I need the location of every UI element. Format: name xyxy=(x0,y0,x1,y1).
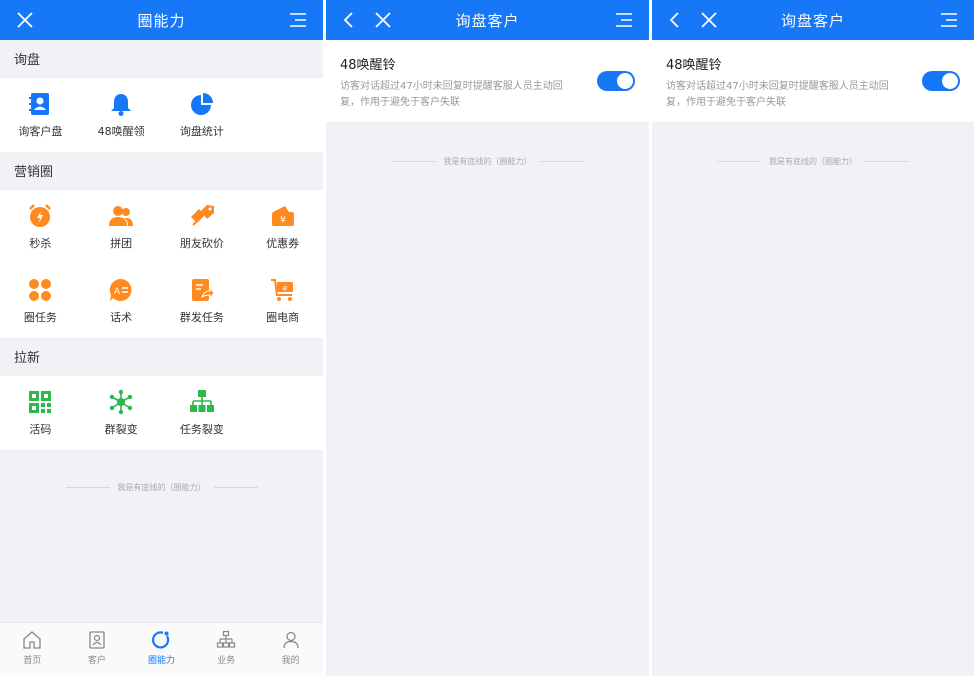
svg-text:e: e xyxy=(282,284,287,293)
grid-item-circle-task[interactable]: 圈任务 xyxy=(0,264,81,338)
page-title: 询盘客户 xyxy=(780,11,845,30)
tab-label: 我的 xyxy=(281,656,300,666)
page-title: 询盘客户 xyxy=(455,11,520,30)
grid-item-label: 任务裂变 xyxy=(179,423,224,436)
end-of-list-text: 我是有底线的（圈能力） xyxy=(117,483,206,492)
grid-item-label: 询盘统计 xyxy=(179,125,224,138)
grid-item-label: 圈电商 xyxy=(266,311,300,324)
inquiry-customer-screen: 询盘客户 48唤醒铃 访客对话超过47小时未回复时提醒客服人员主动回复，作用于避… xyxy=(326,0,649,676)
header-bar: 询盘客户 xyxy=(652,0,974,40)
tab-label: 客户 xyxy=(87,656,106,666)
close-icon[interactable] xyxy=(698,9,720,31)
org-chart-icon xyxy=(189,390,214,412)
inquiry-grid: 询客户盘 48唤醒领 询盘统计 xyxy=(0,78,323,152)
grid-item-label: 活码 xyxy=(29,423,52,436)
hierarchy-icon xyxy=(216,630,236,648)
section-title-acquisition: 拉新 xyxy=(14,351,41,366)
back-icon[interactable] xyxy=(664,9,686,31)
grid-item-label: 拼团 xyxy=(110,237,133,250)
acquisition-grid: 活码 群裂变 任务裂变 xyxy=(0,376,323,450)
tab-business[interactable]: 业务 xyxy=(194,623,259,676)
close-icon[interactable] xyxy=(14,9,36,31)
wakeup-bell-setting: 48唤醒铃 访客对话超过47小时未回复时提醒客服人员主动回复，作用于避免于客户失… xyxy=(652,40,974,122)
network-icon xyxy=(109,389,133,415)
grid-item-label: 朋友砍价 xyxy=(179,237,224,250)
wakeup-bell-setting: 48唤醒铃 访客对话超过47小时未回复时提醒客服人员主动回复，作用于避免于客户失… xyxy=(326,40,649,122)
back-icon[interactable] xyxy=(338,9,360,31)
grid-item-ecommerce[interactable]: e 圈电商 xyxy=(242,264,323,338)
grid-item-task-fission[interactable]: 任务裂变 xyxy=(162,376,243,450)
pie-chart-icon xyxy=(190,93,213,115)
document-share-icon xyxy=(191,279,215,301)
end-of-list-text: 我是有底线的（圈能力） xyxy=(769,157,857,166)
setting-description: 访客对话超过47小时未回复时提醒客服人员主动回复，作用于避免于客户失联 xyxy=(666,81,889,108)
section-title-inquiry: 询盘 xyxy=(14,53,41,68)
end-of-list-divider: 我是有底线的（圈能力） xyxy=(0,482,323,493)
header-bar: 询盘客户 xyxy=(326,0,649,40)
grid-item-label: 48唤醒领 xyxy=(97,125,145,138)
coupon-icon: ¥ xyxy=(271,206,294,226)
end-of-list-divider: 我是有底线的（圈能力） xyxy=(326,156,649,167)
end-of-list-text: 我是有底线的（圈能力） xyxy=(443,157,532,166)
tab-label: 圈能力 xyxy=(147,656,175,666)
tab-capability[interactable]: 圈能力 xyxy=(129,623,194,676)
price-tag-icon xyxy=(190,205,214,226)
group-users-icon xyxy=(109,206,134,226)
capability-screen: 圈能力 询盘 询客户盘 48唤醒领 询盘统计 营销圈 秒杀 拼团 朋友砍价 ¥ … xyxy=(0,0,323,676)
setting-name: 48唤醒铃 xyxy=(340,58,396,73)
setting-description: 访客对话超过47小时未回复时提醒客服人员主动回复，作用于避免于客户失联 xyxy=(340,81,563,108)
menu-icon[interactable] xyxy=(613,9,635,31)
menu-icon[interactable] xyxy=(938,9,960,31)
grid-item-48-wakeup[interactable]: 48唤醒领 xyxy=(81,78,162,152)
tab-customers[interactable]: 客户 xyxy=(65,623,130,676)
end-of-list-divider: 我是有底线的（圈能力） xyxy=(652,156,974,167)
grid-item-label: 群发任务 xyxy=(179,311,224,324)
contacts-book-icon xyxy=(29,93,50,115)
grid-item-flash-sale[interactable]: 秒杀 xyxy=(0,190,81,264)
alarm-clock-icon xyxy=(29,204,52,227)
tab-label: 首页 xyxy=(23,656,42,666)
grid-item-bargain[interactable]: 朋友砍价 xyxy=(162,190,243,264)
chat-bubble-icon: A xyxy=(109,278,132,301)
bell-icon xyxy=(111,94,132,116)
grid-item-label: 圈任务 xyxy=(23,311,57,324)
close-icon[interactable] xyxy=(372,9,394,31)
wakeup-bell-toggle[interactable] xyxy=(597,71,635,91)
tab-me[interactable]: 我的 xyxy=(258,623,323,676)
tab-home[interactable]: 首页 xyxy=(0,623,65,676)
svg-text:A: A xyxy=(114,287,121,297)
refresh-circle-icon xyxy=(152,631,170,649)
grid-item-live-code[interactable]: 活码 xyxy=(0,376,81,450)
qr-code-icon xyxy=(29,391,52,413)
tab-label: 业务 xyxy=(217,656,236,666)
wakeup-bell-toggle[interactable] xyxy=(922,71,960,91)
inquiry-customer-screen: 询盘客户 48唤醒铃 访客对话超过47小时未回复时提醒客服人员主动回复，作用于避… xyxy=(652,0,974,676)
grid-item-coupon[interactable]: ¥ 优惠券 xyxy=(242,190,323,264)
grid-item-group-buy[interactable]: 拼团 xyxy=(81,190,162,264)
grid-item-label: 话术 xyxy=(110,311,133,324)
marketing-grid: 秒杀 拼团 朋友砍价 ¥ 优惠券 圈任务 A 话术 群发任务 e 圈电商 xyxy=(0,190,323,338)
contact-card-icon xyxy=(89,631,105,649)
person-icon xyxy=(283,631,299,649)
grid-item-inquiry-stats[interactable]: 询盘统计 xyxy=(162,78,243,152)
grid-item-label: 询客户盘 xyxy=(18,125,63,138)
home-icon xyxy=(23,631,41,649)
grid-item-label: 秒杀 xyxy=(29,237,52,250)
section-title-marketing: 营销圈 xyxy=(14,165,54,180)
header-bar: 圈能力 xyxy=(0,0,323,40)
page-title: 圈能力 xyxy=(137,11,186,30)
menu-icon[interactable] xyxy=(287,9,309,31)
bottom-tab-bar: 首页 客户 圈能力 业务 我的 xyxy=(0,622,323,676)
grid-item-mass-task[interactable]: 群发任务 xyxy=(162,264,243,338)
grid-item-scripts[interactable]: A 话术 xyxy=(81,264,162,338)
setting-name: 48唤醒铃 xyxy=(666,58,722,73)
grid-item-inquiry-customers[interactable]: 询客户盘 xyxy=(0,78,81,152)
clover-icon xyxy=(29,279,52,301)
svg-text:¥: ¥ xyxy=(280,216,286,226)
grid-item-label: 群裂变 xyxy=(104,423,138,436)
grid-item-label: 优惠券 xyxy=(266,237,300,250)
grid-item-group-fission[interactable]: 群裂变 xyxy=(81,376,162,450)
shopping-cart-icon: e xyxy=(270,279,293,301)
